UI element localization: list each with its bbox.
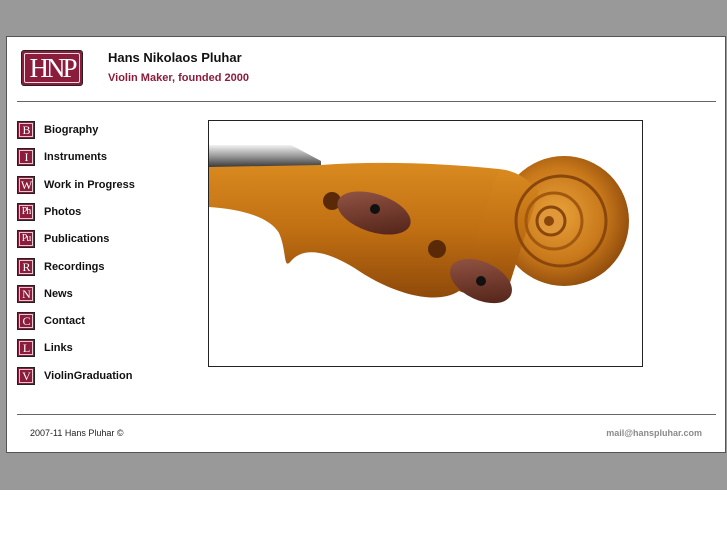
content-card: HNP Hans Nikolaos Pluhar Violin Maker, f… xyxy=(6,36,726,453)
violin-scroll-illustration xyxy=(209,145,629,304)
nav-item-news[interactable]: N News xyxy=(17,284,73,304)
nav-item-recordings[interactable]: R Recordings xyxy=(17,257,105,277)
nav-item-instruments[interactable]: I Instruments xyxy=(17,147,107,167)
logo-text: HNP xyxy=(24,53,80,83)
hnp-logo[interactable]: HNP xyxy=(21,50,83,86)
letter-n-icon: N xyxy=(17,285,35,303)
violin-scroll-photo xyxy=(208,120,643,367)
copyright-text: 2007-11 Hans Pluhar © xyxy=(30,428,124,438)
letter-b-icon: B xyxy=(17,121,35,139)
nav-label: Biography xyxy=(44,124,99,136)
letter-v-icon: V xyxy=(17,367,35,385)
nav-item-biography[interactable]: B Biography xyxy=(17,120,98,140)
nav-label: Links xyxy=(44,342,73,354)
letter-w-icon: W xyxy=(17,176,35,194)
nav-item-links[interactable]: L Links xyxy=(17,338,73,358)
header-divider xyxy=(17,101,716,102)
nav-label: News xyxy=(44,288,73,300)
letter-i-icon: I xyxy=(17,148,35,166)
nav-label: Recordings xyxy=(44,261,105,273)
nav-label: Instruments xyxy=(44,151,107,163)
nav-item-photos[interactable]: Ph Photos xyxy=(17,202,81,222)
letter-l-icon: L xyxy=(17,339,35,357)
letters-ph-icon: Ph xyxy=(17,203,35,221)
nav-label: ViolinGraduation xyxy=(44,370,133,382)
nav-label: Photos xyxy=(44,206,82,218)
letters-pu-icon: Pu xyxy=(17,230,35,248)
nav-label: Work in Progress xyxy=(44,179,135,191)
letter-r-icon: R xyxy=(17,258,35,276)
site-title: Hans Nikolaos Pluhar xyxy=(108,50,242,65)
email-link[interactable]: mail@hanspluhar.com xyxy=(606,428,702,438)
footer-divider xyxy=(17,414,716,415)
nav-item-contact[interactable]: C Contact xyxy=(17,311,85,331)
nav-label: Contact xyxy=(44,315,85,327)
nav-item-work-in-progress[interactable]: W Work in Progress xyxy=(17,175,135,195)
nav-item-violingraduation[interactable]: V ViolinGraduation xyxy=(17,366,132,386)
site-subtitle: Violin Maker, founded 2000 xyxy=(108,72,250,84)
nav-item-publications[interactable]: Pu Publications xyxy=(17,229,109,249)
nav-label: Publications xyxy=(44,233,110,245)
letter-c-icon: C xyxy=(17,312,35,330)
